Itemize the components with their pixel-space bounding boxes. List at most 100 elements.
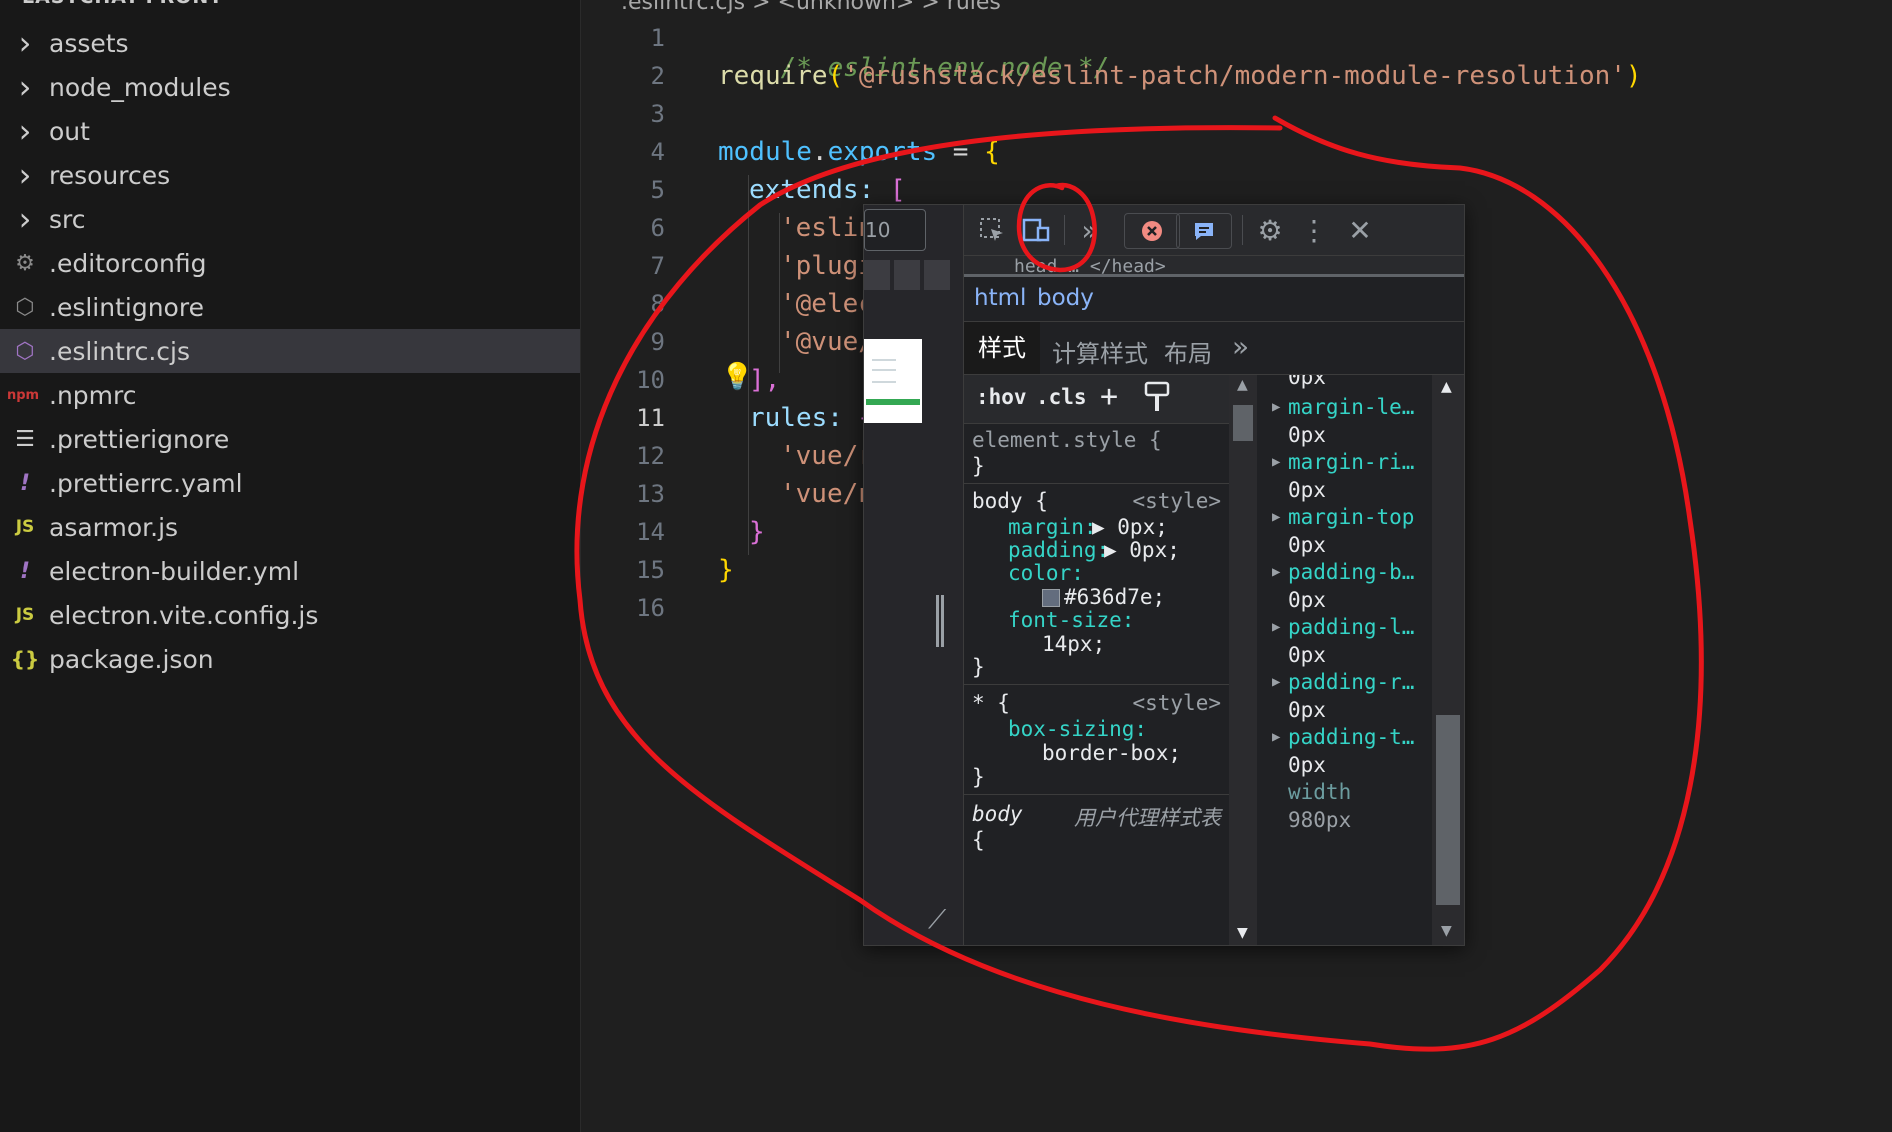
more-tabs-icon[interactable]: » xyxy=(1070,211,1110,249)
expand-triangle-icon[interactable]: ▶ xyxy=(1272,564,1280,580)
inspect-element-icon[interactable] xyxy=(972,211,1012,249)
rule-element-style[interactable]: element.style { } xyxy=(964,424,1229,484)
tree-item-eslintignore[interactable]: ⬡ .eslintignore xyxy=(0,285,580,329)
css-property[interactable]: color: xyxy=(1008,561,1084,585)
project-title[interactable]: LASTCHAT-FRONT xyxy=(22,0,223,8)
issues-badge[interactable] xyxy=(1176,213,1232,249)
chevron-right-icon: › xyxy=(18,156,32,194)
computed-scrollbar[interactable]: ▲ ▼ xyxy=(1432,375,1464,945)
dom-node-body[interactable]: body xyxy=(1037,285,1094,311)
breadcrumb[interactable]: .eslintrc.cjs > <unknown> > rules xyxy=(621,0,1001,15)
tab-computed[interactable]: 计算样式 xyxy=(1052,334,1148,369)
expand-triangle-icon[interactable]: ▶ xyxy=(1272,674,1280,690)
code-line-14[interactable]: } xyxy=(749,517,765,547)
tree-item-eslintrc[interactable]: ⬡ .eslintrc.cjs xyxy=(0,329,580,373)
code-line-9[interactable]: '@vue/ xyxy=(780,327,874,357)
kebab-menu-icon[interactable]: ⋮ xyxy=(1294,211,1334,249)
code-line-15[interactable]: } xyxy=(718,555,734,585)
code-line-5[interactable]: extends: [ xyxy=(749,175,906,205)
css-property[interactable]: box-sizing: xyxy=(1008,717,1147,741)
scroll-up-icon[interactable]: ▲ xyxy=(1237,377,1248,393)
tree-item-assets[interactable]: › assets xyxy=(0,21,580,65)
css-value[interactable]: border-box; xyxy=(1042,741,1181,765)
dom-crumb-strip[interactable]: head … </head> xyxy=(964,256,1464,277)
expand-triangle-icon[interactable]: ▶ xyxy=(1272,729,1280,745)
devtools-window[interactable]: 10 ⟋ » ⚙ ⋮ ✕ head … </head> html body 样式… xyxy=(863,204,1465,946)
tree-item-editorconfig[interactable]: ⚙ .editorconfig xyxy=(0,241,580,285)
rule-source[interactable]: <style> xyxy=(1132,691,1221,715)
code-line-7[interactable]: 'plugi xyxy=(780,251,874,281)
code-line-10[interactable]: ], xyxy=(749,365,780,395)
code-line-4[interactable]: module.exports = { xyxy=(718,137,1000,167)
scroll-thumb[interactable] xyxy=(1233,405,1253,441)
computed-property: padding-b… xyxy=(1288,560,1415,584)
close-icon[interactable]: ✕ xyxy=(1340,211,1380,249)
tree-item-electron-builder[interactable]: ! electron-builder.yml xyxy=(0,549,580,593)
error-count-badge[interactable] xyxy=(1124,213,1180,249)
rule-user-agent[interactable]: body 用户代理样式表 { xyxy=(964,796,1229,876)
code-line-8[interactable]: '@elec xyxy=(780,289,874,319)
code-identifier: exports xyxy=(827,137,938,167)
tree-item-out[interactable]: › out xyxy=(0,109,580,153)
css-value[interactable]: ▶ 0px; xyxy=(1092,515,1168,539)
css-color-value[interactable]: #636d7e; xyxy=(1042,585,1165,609)
zoom-input[interactable]: 10 xyxy=(864,209,926,251)
gear-icon[interactable]: ⚙ xyxy=(1250,211,1290,249)
tab-layout[interactable]: 布局 xyxy=(1164,334,1212,369)
code-line-12[interactable]: 'vue/r xyxy=(780,441,874,471)
line-number: 5 xyxy=(650,176,665,204)
code-line-6[interactable]: 'eslin xyxy=(780,213,874,243)
tree-item-resources[interactable]: › resources xyxy=(0,153,580,197)
tree-item-electron-vite-config[interactable]: JS electron.vite.config.js xyxy=(0,593,580,637)
css-value[interactable]: ▶ 0px; xyxy=(1104,538,1180,562)
resize-corner-icon[interactable]: ⟋ xyxy=(928,905,946,936)
dom-node-html[interactable]: html xyxy=(974,285,1026,311)
dom-crumb-text: head … </head> xyxy=(1014,256,1166,277)
add-rule-button[interactable]: + xyxy=(1100,379,1118,414)
color-swatch[interactable] xyxy=(1042,589,1060,607)
tab-styles[interactable]: 样式 xyxy=(964,322,1040,374)
rule-close-brace: } xyxy=(972,765,985,789)
hov-toggle[interactable]: :hov xyxy=(976,385,1027,409)
tree-item-src[interactable]: › src xyxy=(0,197,580,241)
scroll-up-icon[interactable]: ▲ xyxy=(1441,379,1452,395)
device-preset-bars[interactable] xyxy=(864,260,950,290)
gear-icon: ⚙ xyxy=(15,250,35,276)
tree-item-label: .prettierrc.yaml xyxy=(49,468,243,498)
css-property[interactable]: margin: xyxy=(1008,515,1097,539)
rule-body[interactable]: body { <style> margin: ▶ 0px; padding: ▶… xyxy=(964,485,1229,685)
scroll-thumb[interactable] xyxy=(1436,715,1460,905)
tree-item-prettierignore[interactable]: ☰ .prettierignore xyxy=(0,417,580,461)
device-viewport-pane[interactable]: 10 ⟋ xyxy=(864,205,964,945)
cls-toggle[interactable]: .cls xyxy=(1036,385,1087,409)
code-line-11[interactable]: rules: { xyxy=(749,403,874,433)
expand-triangle-icon[interactable]: ▶ xyxy=(1272,619,1280,635)
tree-item-package-json[interactable]: {} package.json xyxy=(0,637,580,681)
styles-scrollbar[interactable]: ▲ ▼ xyxy=(1229,375,1257,945)
code-line-2[interactable]: require('@rushstack/eslint-patch/modern-… xyxy=(718,61,1642,91)
scroll-down-icon[interactable]: ▼ xyxy=(1237,925,1248,941)
tree-item-node-modules[interactable]: › node_modules xyxy=(0,65,580,109)
tree-item-label: node_modules xyxy=(49,72,231,102)
more-panels-icon[interactable]: » xyxy=(1232,330,1249,363)
expand-triangle-icon[interactable]: ▶ xyxy=(1272,454,1280,470)
tree-item-npmrc[interactable]: npm .npmrc xyxy=(0,373,580,417)
paint-brush-icon[interactable] xyxy=(1144,381,1170,418)
scroll-down-icon[interactable]: ▼ xyxy=(1441,923,1452,939)
rule-universal[interactable]: * { <style> box-sizing: border-box; } xyxy=(964,687,1229,795)
css-value[interactable]: 14px; xyxy=(1042,632,1105,656)
css-property[interactable]: padding: xyxy=(1008,538,1109,562)
computed-property: padding-t… xyxy=(1288,725,1415,749)
computed-value: 980px xyxy=(1288,808,1352,832)
tree-item-prettierrc[interactable]: ! .prettierrc.yaml xyxy=(0,461,580,505)
expand-triangle-icon[interactable]: ▶ xyxy=(1272,399,1280,415)
tree-item-asarmor[interactable]: JS asarmor.js xyxy=(0,505,580,549)
rule-source[interactable]: <style> xyxy=(1132,489,1221,513)
npm-icon: npm xyxy=(6,387,40,403)
viewport-resize-handle[interactable] xyxy=(936,595,944,647)
expand-triangle-icon[interactable]: ▶ xyxy=(1272,509,1280,525)
tree-item-label: electron.vite.config.js xyxy=(49,600,319,630)
css-property[interactable]: font-size: xyxy=(1008,608,1134,632)
device-toolbar-icon[interactable] xyxy=(1016,211,1056,249)
code-line-13[interactable]: 'vue/n xyxy=(780,479,874,509)
